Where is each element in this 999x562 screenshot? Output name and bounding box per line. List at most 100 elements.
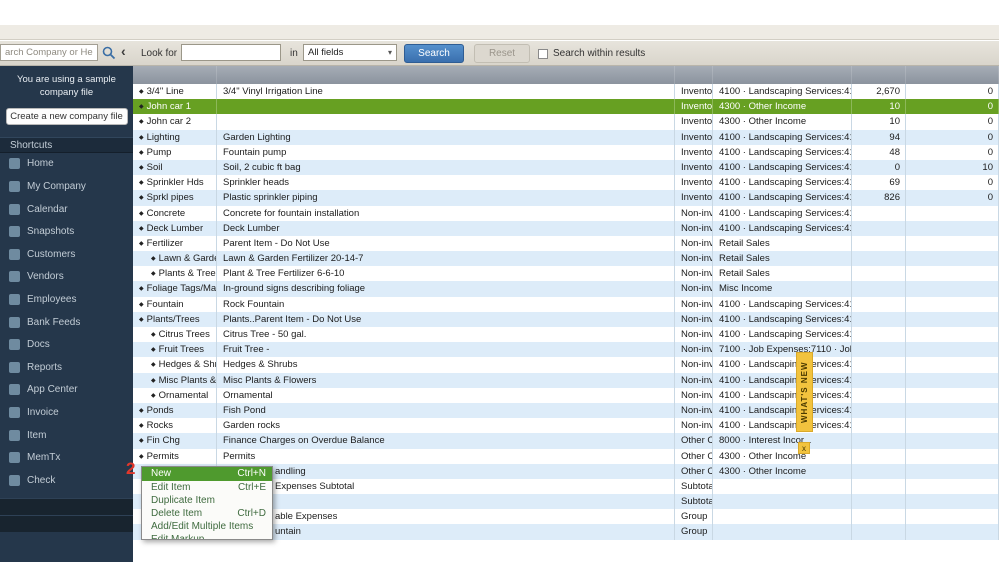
context-menu-item[interactable]: Edit Item Ctrl+E [142, 481, 272, 494]
item-name: Sprinkler Hds [146, 177, 204, 189]
table-row[interactable]: ◆John car 2 Inventory ... 4300 · Other I… [133, 114, 999, 130]
context-menu-item[interactable]: Add/Edit Multiple Items [142, 520, 272, 533]
sidebar-item[interactable]: Customers [0, 243, 133, 266]
table-row[interactable]: ◆ Plants & Trees Plant & Tree Fertilizer … [133, 266, 999, 282]
item-description: Parent Item - Do Not Use [217, 235, 675, 252]
context-menu-item[interactable]: Delete Item Ctrl+D [142, 507, 272, 520]
table-row[interactable]: ◆ Concrete Concrete for fountain installa… [133, 205, 999, 221]
table-row[interactable]: ◆Lawn & Garden Lawn & Garden Fertilizer … [133, 251, 999, 267]
sidebar-item[interactable]: Home [0, 153, 133, 176]
sidebar-item[interactable]: MemTx [0, 446, 133, 469]
create-company-button[interactable]: Create a new company file [5, 107, 128, 125]
item-name-cell: ◆ Permits [133, 448, 217, 464]
table-row[interactable]: ◆Hedges & Shr... Hedges & Shrubs Non-inv… [133, 357, 999, 373]
column-header[interactable] [852, 66, 906, 84]
item-description: untain [217, 524, 675, 540]
item-total-quantity: 48 [852, 144, 906, 160]
table-row[interactable]: ◆ Fin Chg Finance Charges on Overdue Bala… [133, 433, 999, 449]
table-row[interactable]: ◆John car 1 Inventory ... 4300 · Other I… [133, 99, 999, 115]
item-description: Lawn & Garden Fertilizer 20-14-7 [217, 251, 675, 267]
table-row[interactable]: ◆Soil Soil, 2 cubic ft bag Inventory ...… [133, 159, 999, 176]
item-total-quantity: 10 [852, 114, 906, 130]
search-icon[interactable] [101, 45, 117, 61]
item-type: Group [675, 509, 713, 525]
table-row[interactable]: ◆Ornamental Ornamental Non-inve... 4100 … [133, 387, 999, 403]
look-for-input[interactable] [181, 44, 281, 61]
sidebar-item[interactable]: Check [0, 469, 133, 492]
table-row[interactable]: ◆Deck Lumber Deck Lumber Non-inve... 410… [133, 220, 999, 236]
table-row[interactable]: ◆Sprinkler Hds Sprinkler heads Inventory… [133, 175, 999, 191]
item-account: 4100 · Landscaping Services:411... [713, 357, 852, 373]
collapse-sidebar-icon[interactable]: ‹ [121, 43, 126, 59]
diamond-bullet-icon: ◆ [139, 286, 144, 293]
menu-item-shortcut: Ctrl+D [237, 508, 266, 519]
item-list-header [133, 66, 999, 84]
sidebar-item[interactable]: My Company [0, 175, 133, 198]
item-name: John car 2 [146, 116, 191, 128]
search-within-results-checkbox[interactable] [538, 49, 548, 59]
column-header[interactable] [217, 66, 675, 84]
table-row[interactable]: ◆Fruit Trees Fruit Tree - Non-inve... 71… [133, 342, 999, 358]
table-row[interactable]: ◆Pump Fountain pump Inventory ... 4100 ·… [133, 144, 999, 160]
sidebar-footer [0, 498, 133, 532]
sidebar-item[interactable]: Item [0, 424, 133, 447]
table-row[interactable]: ◆Lighting Garden Lighting Inventory ... … [133, 129, 999, 145]
company-search-input[interactable] [0, 44, 98, 61]
context-menu-item[interactable]: Edit Markup... [142, 533, 272, 540]
sidebar-item[interactable]: Calendar [0, 198, 133, 221]
column-header[interactable] [133, 66, 217, 84]
table-row[interactable]: ◆ Plants/Trees Plants..Parent Item - Do N… [133, 311, 999, 327]
item-name-cell: ◆ Lighting [133, 129, 217, 145]
search-button[interactable]: Search [404, 44, 464, 63]
table-row[interactable]: ◆Foliage Tags/Mar... In-ground signs des… [133, 281, 999, 297]
item-account: 4100 · Landscaping Services:411... [713, 205, 852, 221]
diamond-bullet-icon: ◆ [151, 256, 156, 263]
whats-new-tab[interactable]: WHAT'S NEW [796, 352, 813, 432]
sidebar-item[interactable]: Reports [0, 356, 133, 379]
sidebar-item[interactable]: Docs [0, 333, 133, 356]
menu-item-label: Edit Markup... [151, 534, 213, 540]
context-menu-item[interactable]: New Ctrl+N [142, 467, 272, 481]
item-type: Inventory ... [675, 159, 713, 176]
item-description: Misc Plants & Flowers [217, 372, 675, 388]
item-type: Non-inve... [675, 251, 713, 267]
diamond-bullet-icon: ◆ [139, 423, 144, 430]
reset-button[interactable]: Reset [474, 44, 530, 63]
table-row[interactable]: ◆Rocks Garden rocks Non-inve... 4100 · L… [133, 418, 999, 434]
table-row[interactable]: ◆ Fertilizer Parent Item - Do Not Use Non… [133, 235, 999, 252]
item-type: Non-inve... [675, 418, 713, 434]
sidebar-item[interactable]: Bank Feeds [0, 311, 133, 334]
sidebar-footer-tab[interactable] [0, 515, 133, 532]
table-row[interactable]: ◆Misc Plants & ... Misc Plants & Flowers… [133, 372, 999, 388]
column-header[interactable] [713, 66, 852, 84]
item-on-sales-order [906, 220, 999, 236]
item-type: Inventory ... [675, 144, 713, 160]
field-select[interactable]: All fields ▾ [303, 44, 397, 61]
whats-new-close-icon[interactable]: x [798, 442, 810, 454]
sidebar-item[interactable]: App Center [0, 379, 133, 402]
column-header[interactable] [906, 66, 999, 84]
sidebar-item[interactable]: Snapshots [0, 220, 133, 243]
column-header[interactable] [675, 66, 713, 84]
item-total-quantity [852, 327, 906, 343]
table-row[interactable]: ◆ 3/4" Line 3/4" Vinyl Irrigation Line In… [133, 84, 999, 100]
sidebar-item[interactable]: Employees [0, 288, 133, 311]
table-row[interactable]: ◆Ponds Fish Pond Non-inve... 4100 · Land… [133, 402, 999, 419]
table-row[interactable]: ◆ Sprkl pipes Plastic sprinkler piping In… [133, 190, 999, 206]
table-row[interactable]: ◆Permits Permits Other Ch... 4300 · Othe… [133, 448, 999, 464]
sidebar-footer-tab[interactable] [0, 498, 133, 515]
customers-icon [9, 248, 20, 260]
item-name-cell: ◆ Fountain [133, 296, 217, 312]
item-name: Plants/Trees [146, 313, 200, 325]
sidebar-item[interactable]: Invoice [0, 401, 133, 424]
bank-feeds-icon [9, 316, 20, 328]
table-row[interactable]: ◆ Citrus Trees Citrus Tree - 50 gal. Non-… [133, 327, 999, 343]
context-menu-item[interactable]: Duplicate Item [142, 494, 272, 507]
item-type: Inventory ... [675, 84, 713, 100]
table-row[interactable]: ◆Fountain Rock Fountain Non-inve... 4100… [133, 296, 999, 312]
item-type: Non-inve... [675, 296, 713, 312]
diamond-bullet-icon: ◆ [139, 240, 144, 247]
sidebar-item[interactable]: Vendors [0, 266, 133, 289]
diamond-bullet-icon: ◆ [139, 438, 144, 445]
item-name: Deck Lumber [146, 222, 204, 234]
